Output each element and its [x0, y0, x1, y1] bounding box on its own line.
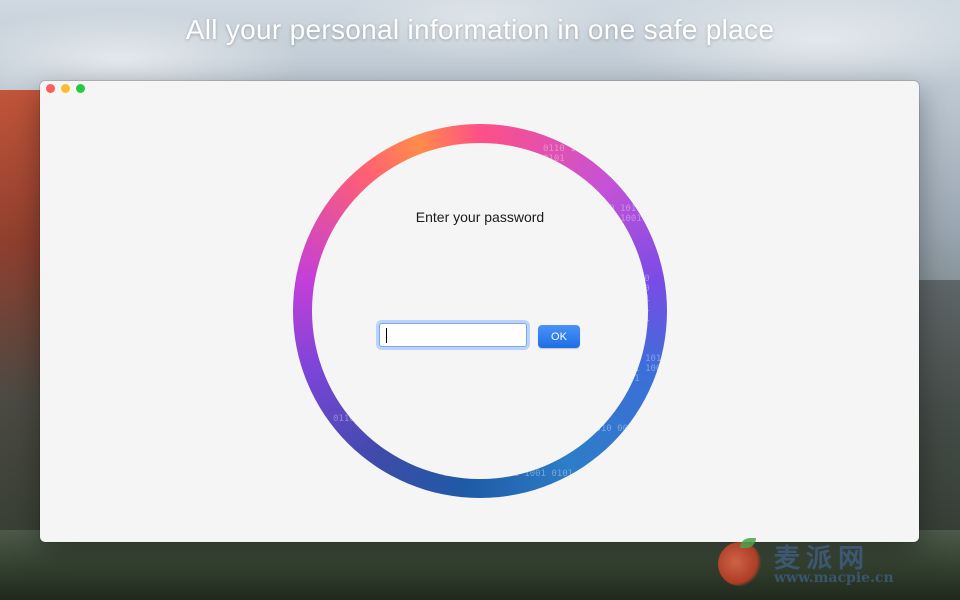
- app-window: 0110 1010 0011 1001 0101 0110 1010 0011 …: [40, 81, 919, 542]
- minimize-window-button[interactable]: [61, 84, 70, 93]
- close-window-button[interactable]: [46, 84, 55, 93]
- gradient-ring: 0110 1010 0011 1001 0101 0110 1010 0011 …: [293, 124, 667, 498]
- watermark-url: www.macpie.cn: [774, 570, 894, 586]
- site-watermark: 麦派网 www.macpie.cn: [712, 536, 942, 594]
- ok-button[interactable]: OK: [538, 325, 580, 348]
- apple-logo-icon: [718, 542, 762, 586]
- text-caret: [386, 328, 387, 343]
- binary-digits: 0110 1010 0011 1001 0101: [543, 144, 646, 164]
- promo-headline: All your personal information in one saf…: [185, 14, 775, 45]
- password-input[interactable]: [379, 323, 527, 347]
- zoom-window-button[interactable]: [76, 84, 85, 93]
- password-prompt: Enter your password: [415, 209, 545, 225]
- ring-center: Enter your password OK: [312, 143, 648, 479]
